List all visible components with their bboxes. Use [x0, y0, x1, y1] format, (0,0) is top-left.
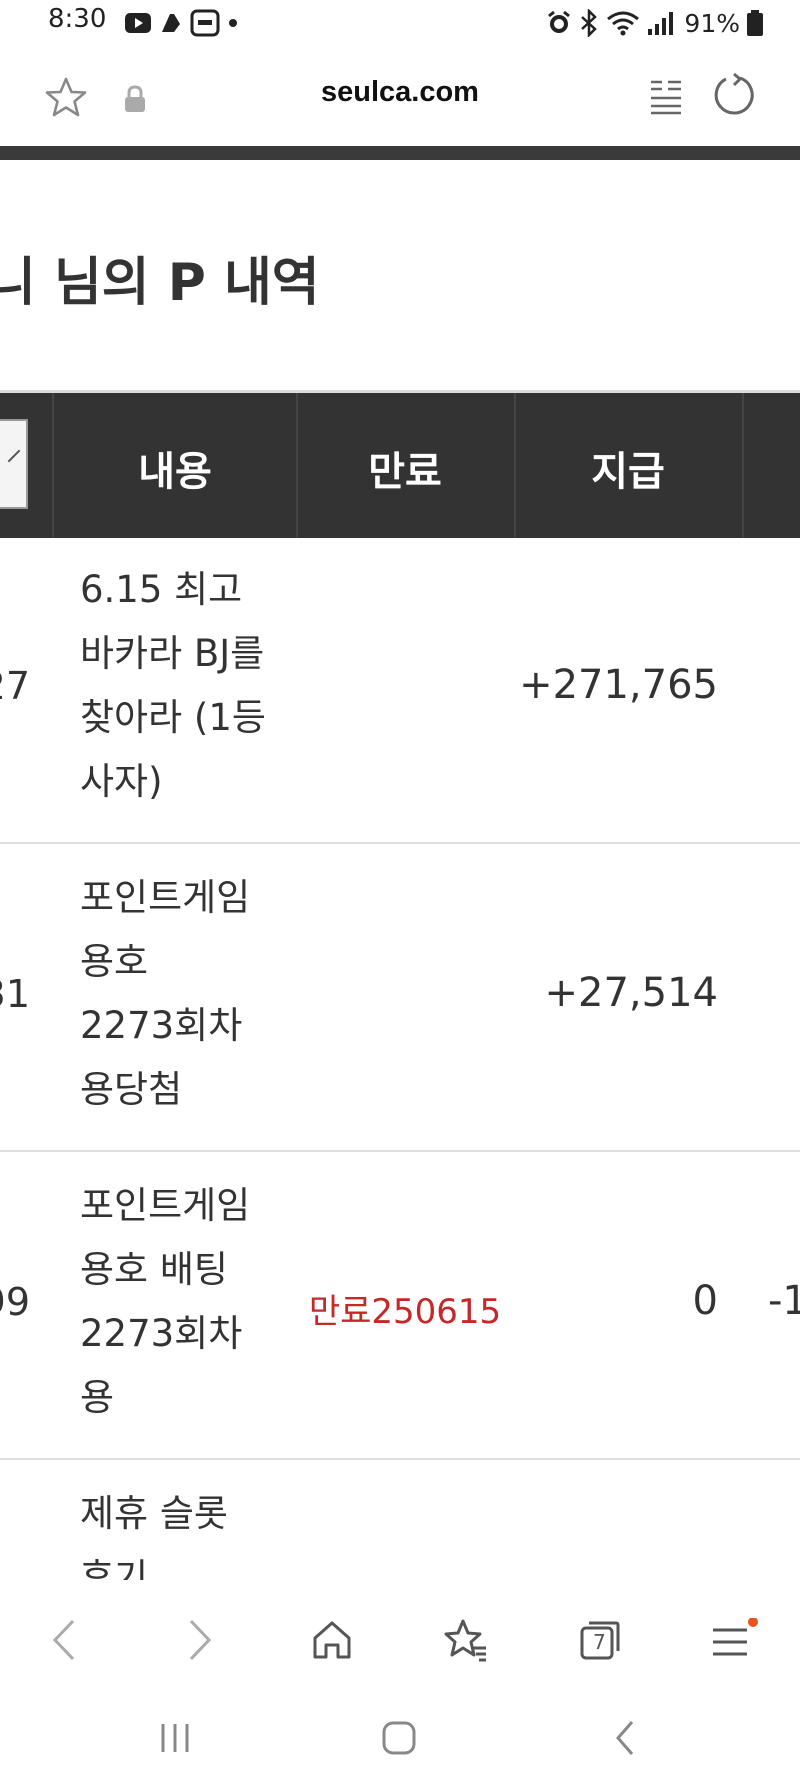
- bookmark-star-icon: [444, 1619, 486, 1662]
- back-nav-icon: [616, 1721, 634, 1755]
- app-badge-icon: [190, 9, 220, 37]
- dot-icon: [229, 19, 237, 27]
- table-row[interactable]: 31 포인트게임 용호 2273회차 용당첨 +27,514: [0, 846, 800, 1152]
- battery-icon: [747, 10, 763, 36]
- youtube-icon: [125, 13, 151, 33]
- wifi-icon: [607, 11, 640, 36]
- menu-icon: [713, 1618, 758, 1656]
- signal-icon: [648, 12, 674, 35]
- select-all-checkbox[interactable]: [0, 419, 28, 509]
- row-id: 99: [0, 1280, 30, 1324]
- row-id: 31: [0, 972, 30, 1016]
- recent-apps-icon: [161, 1724, 189, 1752]
- home-nav-button[interactable]: [364, 1708, 434, 1768]
- app-icon: [162, 14, 180, 32]
- forward-button[interactable]: [170, 1610, 230, 1670]
- table-row[interactable]: 99 포인트게임 용호 배팅 2273회차 용 만료250615 0 -1: [0, 1154, 800, 1460]
- row-extra: -1: [768, 1278, 800, 1324]
- system-status-icons: 91%: [546, 6, 764, 40]
- row-id: 27: [0, 664, 30, 708]
- notification-icons: [124, 8, 240, 38]
- row-amount: 0: [692, 1278, 718, 1324]
- page-header-divider: [0, 146, 800, 160]
- header-expire: 만료: [368, 449, 442, 495]
- tabs-button[interactable]: 7: [570, 1610, 630, 1670]
- battery-percent: 91%: [684, 8, 740, 38]
- home-icon: [313, 1621, 351, 1659]
- points-history-table[interactable]: 내용 만료 지급 27 6.15 최고 바카라 BJ를 찾아라 (1등 사자) …: [0, 390, 800, 1590]
- notification-dot-icon: [748, 1618, 758, 1627]
- browser-bottom-toolbar: 7: [0, 1580, 800, 1690]
- home-square-icon: [382, 1721, 416, 1755]
- table-row[interactable]: 제휴 슬롯 후기: [0, 1462, 800, 1590]
- row-content: 포인트게임 용호 배팅 2273회차 용: [80, 1184, 251, 1419]
- reader-mode-icon[interactable]: [648, 76, 684, 116]
- status-bar: 8:30 91%: [0, 0, 800, 46]
- row-amount: +27,514: [544, 970, 718, 1016]
- row-content: 제휴 슬롯 후기: [80, 1492, 228, 1590]
- bluetooth-icon: [581, 9, 598, 37]
- status-time: 8:30: [48, 4, 107, 34]
- home-button[interactable]: [302, 1610, 362, 1670]
- system-navigation-bar: [0, 1690, 800, 1784]
- row-content: 6.15 최고 바카라 BJ를 찾아라 (1등 사자): [80, 568, 266, 803]
- table-header: 내용 만료 지급: [0, 390, 800, 538]
- row-content: 포인트게임 용호 2273회차 용당첨: [80, 876, 251, 1111]
- row-expire: 만료250615: [308, 1292, 502, 1332]
- alarm-icon: [548, 10, 571, 33]
- tab-count: 7: [593, 1630, 606, 1654]
- page-title: 니 님의 P 내역: [0, 253, 320, 313]
- chevron-right-icon: [189, 1619, 212, 1661]
- lock-icon[interactable]: [122, 84, 148, 114]
- reload-icon[interactable]: [712, 72, 756, 118]
- table-row[interactable]: 27 6.15 최고 바카라 BJ를 찾아라 (1등 사자) +271,765: [0, 538, 800, 844]
- recent-apps-button[interactable]: [140, 1708, 210, 1768]
- back-button[interactable]: [34, 1610, 94, 1670]
- chevron-left-icon: [52, 1619, 75, 1661]
- header-content: 내용: [138, 449, 212, 495]
- star-icon[interactable]: [44, 76, 88, 120]
- back-nav-button[interactable]: [590, 1708, 660, 1768]
- header-pay: 지급: [591, 449, 665, 495]
- url-text[interactable]: seulca.com: [240, 76, 560, 109]
- browser-url-bar: seulca.com: [0, 46, 800, 146]
- bookmarks-button[interactable]: [436, 1610, 496, 1670]
- menu-button[interactable]: [704, 1610, 764, 1670]
- row-amount: +271,765: [519, 662, 718, 708]
